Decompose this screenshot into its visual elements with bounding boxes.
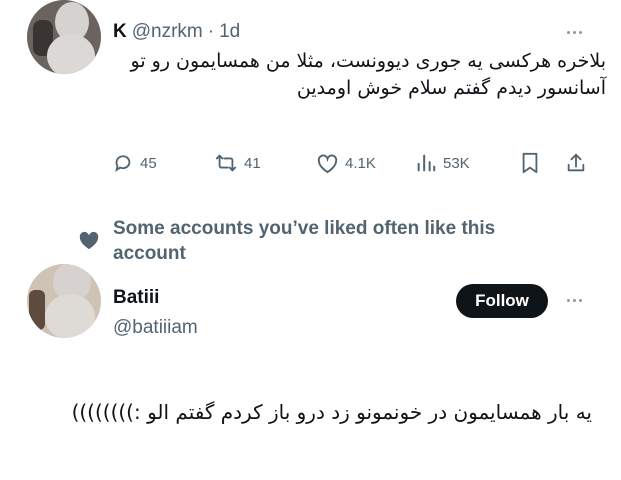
author-name[interactable]: K (113, 21, 127, 43)
bookmark-button[interactable] (520, 150, 540, 176)
author-avatar[interactable] (27, 0, 101, 74)
suggested-user-avatar[interactable] (27, 264, 101, 338)
tweet-actions: 45 41 4.1K 53K (112, 150, 597, 176)
bookmark-icon (522, 152, 538, 174)
reply-icon (115, 155, 131, 172)
repost-button[interactable]: 41 (214, 150, 261, 176)
repost-count: 41 (244, 154, 261, 172)
heart-filled-icon (79, 231, 99, 250)
more-icon[interactable] (567, 27, 582, 37)
author-handle[interactable]: @nzrkm (132, 21, 203, 43)
views-icon (417, 154, 436, 172)
share-icon (567, 153, 585, 172)
reply-count: 45 (140, 154, 157, 172)
tweet-text: بلاخره هرکسی یه جوری دیوونست، مثلا من هم… (130, 50, 606, 99)
suggested-user-bio: یه بار همسایمون در خونمونو زد درو باز کر… (71, 400, 592, 424)
tweet-time[interactable]: 1d (219, 21, 240, 43)
recommendation-context: Some accounts you’ve liked often like th… (113, 218, 496, 264)
header-separator: · (207, 21, 215, 42)
views-count: 53K (443, 154, 470, 172)
like-button[interactable]: 4.1K (316, 150, 376, 176)
repost-icon (215, 154, 237, 172)
heart-icon (317, 154, 338, 173)
tweet-header: K @nzrkm · 1d (113, 20, 240, 44)
follow-button[interactable]: Follow (456, 284, 548, 318)
like-count: 4.1K (345, 154, 376, 172)
suggested-user-handle[interactable]: @batiiiam (113, 317, 198, 339)
reply-button[interactable]: 45 (112, 150, 157, 176)
views-button[interactable]: 53K (415, 150, 470, 176)
suggested-user-name[interactable]: Batiii (113, 287, 159, 309)
more-icon[interactable] (567, 295, 582, 305)
share-button[interactable] (565, 150, 587, 176)
